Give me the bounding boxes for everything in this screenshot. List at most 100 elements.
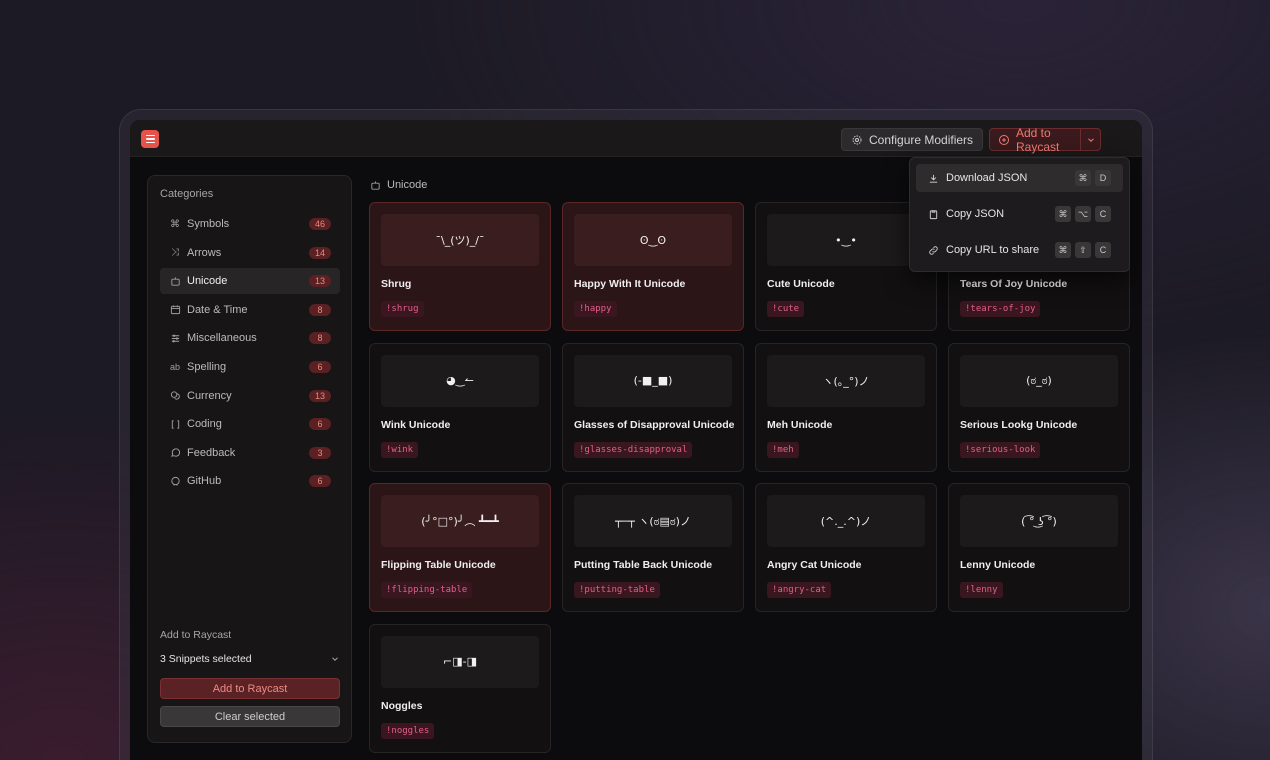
snippet-title: Serious Lookg Unicode	[960, 418, 1078, 431]
add-options-dropdown-toggle[interactable]	[1080, 129, 1100, 150]
shortcut-key: ⌘	[1055, 206, 1071, 222]
snippet-card[interactable]: (ಠ_ಠ) Serious Lookg Unicode !serious-look	[948, 342, 1130, 472]
download-json-menu-item[interactable]: Download JSON ⌘ D	[916, 164, 1123, 192]
snippet-preview: ヽ(｡_°)ノ	[767, 354, 925, 407]
sidebar-item-arrows[interactable]: ⤨ Arrows 14	[160, 240, 340, 266]
coins-icon	[169, 390, 181, 402]
categories-heading: Categories	[160, 188, 214, 200]
sidebar-item-unicode[interactable]: Unicode 13	[160, 268, 340, 295]
plus-circle-icon	[998, 134, 1010, 146]
snippet-card[interactable]: ʘ‿ʘ Happy With It Unicode !happy	[562, 202, 744, 331]
title-bar: Configure Modifiers Add to Raycast	[130, 120, 1142, 157]
snippet-preview: ◕‿↼	[381, 354, 539, 407]
sidebar-item-miscellaneous[interactable]: Miscellaneous 8	[160, 325, 340, 351]
snippet-card[interactable]: ◕‿↼ Wink Unicode !wink	[369, 342, 551, 472]
sidebar-item-currency[interactable]: Currency 13	[160, 383, 340, 409]
snippet-keyword-tag: !noggles	[381, 722, 435, 739]
gear-icon	[851, 134, 863, 146]
sidebar-item-spelling[interactable]: ab Spelling 6	[160, 354, 340, 380]
snippets-selected-dropdown[interactable]: 3 Snippets selected	[160, 653, 340, 665]
snippet-card[interactable]: ヽ(｡_°)ノ Meh Unicode !meh	[755, 342, 937, 472]
count-badge: 6	[309, 360, 331, 373]
sidebar-item-label: Miscellaneous	[187, 332, 257, 345]
section-header: Unicode	[370, 179, 427, 191]
sidebar-item-coding[interactable]: Coding 6	[160, 411, 340, 437]
snippet-preview: (-■_■)	[574, 354, 732, 407]
count-badge: 3	[309, 446, 331, 459]
snippet-card[interactable]: (╯°□°)╯︵ ┻━┻ Flipping Table Unicode !flipp…	[369, 483, 551, 612]
sidebar-item-label: GitHub	[187, 475, 222, 488]
snippet-title: Putting Table Back Unicode	[574, 559, 713, 571]
snippet-title: Wink Unicode	[381, 418, 451, 431]
snippet-preview: (╯°□°)╯︵ ┻━┻	[381, 495, 539, 547]
add-to-raycast-button[interactable]: Add to Raycast	[989, 125, 1101, 154]
copy-json-menu-item[interactable]: Copy JSON ⌘ ⌥ C	[916, 200, 1123, 228]
sidebar-item-symbols[interactable]: ⌘ Symbols 46	[160, 211, 340, 237]
snippet-card[interactable]: (-■_■) Glasses of Disapproval Unicode !gla…	[562, 342, 744, 472]
shortcut-key: ⌘	[1075, 170, 1091, 186]
snippet-title: Lenny Unicode	[960, 559, 1036, 571]
snippet-preview: (^._.^)ノ	[767, 495, 925, 547]
snippet-keyword-tag: !tears-of-joy	[960, 301, 1041, 317]
snippet-card[interactable]: ⌐◨-◨ Noggles !noggles	[369, 623, 551, 753]
add-to-raycast-label: Add to Raycast	[1016, 125, 1060, 154]
copy-url-menu-item[interactable]: Copy URL to share ⌘ ⇧ C	[916, 236, 1123, 264]
snippet-title: Tears Of Joy Unicode	[960, 278, 1068, 290]
count-badge: 8	[309, 332, 331, 345]
link-icon	[928, 245, 940, 256]
sidebar-item-label: Date & Time	[187, 303, 248, 316]
snippet-keyword-tag: !shrug	[381, 301, 424, 317]
count-badge: 6	[309, 475, 331, 488]
snippet-keyword-tag: !putting-table	[574, 582, 660, 598]
snippet-card[interactable]: ( ͡° ͜ʖ ͡°) Lenny Unicode !lenny	[948, 483, 1130, 612]
shortcut-key: C	[1095, 242, 1111, 258]
snippet-card[interactable]: (^._.^)ノ Angry Cat Unicode !angry-cat	[755, 483, 937, 612]
snippet-card[interactable]: ¯\_(ツ)_/¯ Shrug !shrug	[369, 202, 551, 331]
count-badge: 13	[309, 275, 331, 288]
configure-modifiers-button[interactable]: Configure Modifiers	[841, 128, 984, 151]
snippet-keyword-tag: !cute	[767, 301, 805, 317]
shuffle-icon: ⤨	[171, 247, 179, 259]
calendar-icon	[169, 304, 181, 316]
chevron-down-icon	[330, 654, 340, 664]
snippet-card[interactable]: ┬─┬ ヽ(ಠ▤ಠ)ノ Putting Table Back Unicode !pu…	[562, 483, 744, 612]
robot-icon	[370, 180, 381, 191]
sidebar-item-feedback[interactable]: Feedback 3	[160, 440, 340, 466]
text-ab-icon: ab	[169, 361, 180, 372]
snippet-title: Noggles	[381, 699, 423, 712]
sidebar-item-github[interactable]: GitHub 6	[160, 468, 340, 494]
section-title: Unicode	[387, 179, 428, 191]
snippet-preview: ʘ‿ʘ	[574, 214, 732, 266]
sidebar-item-label: Coding	[187, 418, 222, 431]
sidebar-item-label: Symbols	[187, 218, 230, 230]
snippet-keyword-tag: !angry-cat	[767, 582, 832, 598]
snippet-preview: ┬─┬ ヽ(ಠ▤ಠ)ノ	[574, 495, 732, 547]
menu-item-label: Download JSON	[946, 172, 1028, 184]
category-list: ⌘ Symbols 46 ⤨ Arrows 14 Unicode 13 Date…	[160, 211, 340, 497]
snippet-keyword-tag: !happy	[574, 301, 617, 317]
shortcut-key: C	[1095, 206, 1111, 222]
snippet-preview: (ಠ_ಠ)	[960, 354, 1118, 407]
robot-icon	[169, 275, 181, 287]
github-icon	[169, 475, 181, 487]
snippet-preview: ( ͡° ͜ʖ ͡°)	[960, 495, 1118, 547]
snippet-keyword-tag: !serious-look	[960, 441, 1041, 458]
snippet-keyword-tag: !meh	[767, 441, 799, 458]
count-badge: 8	[309, 303, 331, 316]
sidebar-item-label: Arrows	[187, 246, 222, 259]
shortcut-key: ⇧	[1075, 242, 1091, 258]
snippet-title: Cute Unicode	[767, 278, 835, 290]
count-badge: 6	[309, 418, 331, 431]
add-to-raycast-heading: Add to Raycast	[160, 629, 232, 641]
sidebar-item-date-time[interactable]: Date & Time 8	[160, 297, 340, 323]
shortcut-key: ⌥	[1075, 206, 1091, 222]
shortcut-key: D	[1095, 170, 1111, 186]
snippet-title: Glasses of Disapproval Unicode	[574, 418, 735, 431]
clipboard-icon	[928, 209, 940, 220]
clear-selected-button[interactable]: Clear selected	[160, 706, 340, 727]
count-badge: 14	[309, 246, 331, 259]
menu-item-label: Copy JSON	[946, 208, 1005, 220]
snippet-title: Angry Cat Unicode	[767, 559, 862, 571]
sidebar-add-to-raycast-button[interactable]: Add to Raycast	[160, 678, 340, 699]
snippet-title: Happy With It Unicode	[574, 278, 686, 290]
